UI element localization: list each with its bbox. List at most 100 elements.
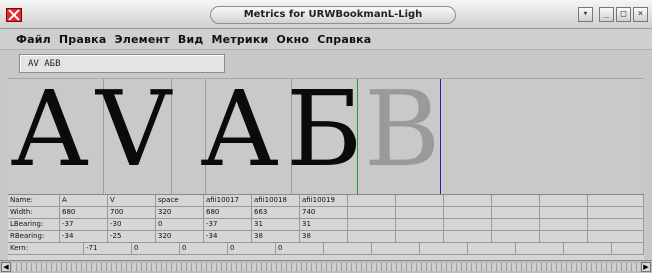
empty-cell bbox=[348, 219, 396, 230]
empty-cell bbox=[348, 195, 396, 206]
empty-cell bbox=[444, 195, 492, 206]
rbearing-cell[interactable]: 38 bbox=[252, 231, 300, 242]
empty-cell bbox=[492, 207, 540, 218]
glyph-preview[interactable]: A V А Б В bbox=[8, 78, 644, 195]
rbearing-row: RBearing: -34 -25 320 -34 38 38 bbox=[8, 231, 644, 243]
empty-cell bbox=[372, 243, 420, 254]
menu-edit[interactable]: Правка bbox=[59, 33, 107, 46]
empty-cell bbox=[396, 195, 444, 206]
kern-cell[interactable]: 0 bbox=[228, 243, 276, 254]
title-bar[interactable]: Metrics for URWBookmanL-Ligh ▾ _ □ × bbox=[0, 0, 652, 29]
empty-cell bbox=[420, 243, 468, 254]
glyph-name-cell[interactable]: space bbox=[156, 195, 204, 206]
width-cell[interactable]: 740 bbox=[300, 207, 348, 218]
empty-cell bbox=[396, 207, 444, 218]
preview-glyph-v[interactable]: V bbox=[96, 79, 171, 187]
kern-cell[interactable]: 0 bbox=[276, 243, 324, 254]
empty-cell bbox=[444, 207, 492, 218]
metrics-window: Metrics for URWBookmanL-Ligh ▾ _ □ × Фай… bbox=[0, 0, 652, 273]
shade-button[interactable]: ▾ bbox=[578, 7, 593, 22]
glyph-separator bbox=[171, 79, 172, 195]
kern-row: Kern: -71 0 0 0 0 bbox=[8, 243, 644, 255]
menu-view[interactable]: Вид bbox=[178, 33, 204, 46]
row-label: LBearing: bbox=[8, 219, 60, 230]
rbearing-cell[interactable]: -34 bbox=[60, 231, 108, 242]
preview-glyph-a[interactable]: A bbox=[12, 79, 87, 187]
menu-bar: Файл Правка Элемент Вид Метрики Окно Спр… bbox=[0, 29, 652, 50]
app-close-icon[interactable] bbox=[6, 8, 22, 22]
glyph-name-cell[interactable]: afii10018 bbox=[252, 195, 300, 206]
preview-glyph-cyr-be[interactable]: Б bbox=[286, 79, 362, 187]
width-cell[interactable]: 680 bbox=[60, 207, 108, 218]
minimize-button[interactable]: _ bbox=[599, 7, 614, 22]
row-label: Name: bbox=[8, 195, 60, 206]
lbearing-cell[interactable]: -30 bbox=[108, 219, 156, 230]
rbearing-cell[interactable]: 320 bbox=[156, 231, 204, 242]
lbearing-row: LBearing: -37 -30 0 -37 31 31 bbox=[8, 219, 644, 231]
width-cell[interactable]: 680 bbox=[204, 207, 252, 218]
scroll-track[interactable] bbox=[12, 263, 640, 271]
width-row: Width: 680 700 320 680 663 740 bbox=[8, 207, 644, 219]
lbearing-cell[interactable]: 0 bbox=[156, 219, 204, 230]
width-cell[interactable]: 663 bbox=[252, 207, 300, 218]
glyph-name-cell[interactable]: A bbox=[60, 195, 108, 206]
rbearing-cell[interactable]: -34 bbox=[204, 231, 252, 242]
empty-cell bbox=[348, 207, 396, 218]
menu-file[interactable]: Файл bbox=[16, 33, 51, 46]
scroll-right-arrow-icon[interactable]: ▶ bbox=[641, 262, 651, 272]
lbearing-cell[interactable]: -37 bbox=[204, 219, 252, 230]
menu-window[interactable]: Окно bbox=[276, 33, 309, 46]
kern-cell[interactable]: -71 bbox=[84, 243, 132, 254]
empty-cell bbox=[540, 207, 588, 218]
name-row: Name: A V space afii10017 afii10018 afii… bbox=[8, 195, 644, 207]
empty-cell bbox=[444, 231, 492, 242]
empty-cell bbox=[588, 207, 644, 218]
width-cell[interactable]: 320 bbox=[156, 207, 204, 218]
right-side-bearing-guide[interactable] bbox=[440, 79, 441, 195]
empty-cell bbox=[588, 231, 644, 242]
sample-text-input[interactable]: AV АБВ bbox=[19, 54, 225, 73]
width-cell[interactable]: 700 bbox=[108, 207, 156, 218]
left-side-bearing-guide[interactable] bbox=[357, 79, 358, 195]
empty-cell bbox=[540, 195, 588, 206]
lbearing-cell[interactable]: 31 bbox=[252, 219, 300, 230]
empty-cell bbox=[564, 243, 612, 254]
empty-cell bbox=[492, 219, 540, 230]
glyph-name-cell[interactable]: V bbox=[108, 195, 156, 206]
scroll-left-arrow-icon[interactable]: ◀ bbox=[1, 262, 11, 272]
empty-cell bbox=[612, 243, 644, 254]
empty-cell bbox=[396, 219, 444, 230]
menu-element[interactable]: Элемент bbox=[114, 33, 169, 46]
rbearing-cell[interactable]: 38 bbox=[300, 231, 348, 242]
empty-cell bbox=[324, 243, 372, 254]
glyph-name-cell[interactable]: afii10017 bbox=[204, 195, 252, 206]
maximize-button[interactable]: □ bbox=[616, 7, 631, 22]
empty-cell bbox=[492, 195, 540, 206]
empty-cell bbox=[540, 231, 588, 242]
glyph-name-cell[interactable]: afii10019 bbox=[300, 195, 348, 206]
lbearing-cell[interactable]: -37 bbox=[60, 219, 108, 230]
window-controls: ▾ _ □ × bbox=[578, 7, 648, 22]
kern-cell[interactable]: 0 bbox=[180, 243, 228, 254]
preview-glyph-cyr-a[interactable]: А bbox=[200, 79, 279, 187]
menu-metrics[interactable]: Метрики bbox=[211, 33, 268, 46]
rbearing-cell[interactable]: -25 bbox=[108, 231, 156, 242]
close-button[interactable]: × bbox=[633, 7, 648, 22]
empty-cell bbox=[444, 219, 492, 230]
empty-cell bbox=[540, 219, 588, 230]
kern-cell[interactable]: 0 bbox=[132, 243, 180, 254]
row-label: Kern: bbox=[8, 243, 84, 254]
row-label: Width: bbox=[8, 207, 60, 218]
preview-glyph-cyr-ve[interactable]: В bbox=[364, 79, 440, 187]
horizontal-scrollbar[interactable]: ◀ ▶ bbox=[0, 260, 652, 273]
empty-cell bbox=[468, 243, 516, 254]
lbearing-cell[interactable]: 31 bbox=[300, 219, 348, 230]
empty-cell bbox=[588, 195, 644, 206]
menu-help[interactable]: Справка bbox=[317, 33, 371, 46]
empty-cell bbox=[396, 231, 444, 242]
empty-cell bbox=[492, 231, 540, 242]
empty-cell bbox=[516, 243, 564, 254]
metrics-table: Name: A V space afii10017 afii10018 afii… bbox=[8, 194, 644, 260]
row-label: RBearing: bbox=[8, 231, 60, 242]
empty-cell bbox=[348, 231, 396, 242]
